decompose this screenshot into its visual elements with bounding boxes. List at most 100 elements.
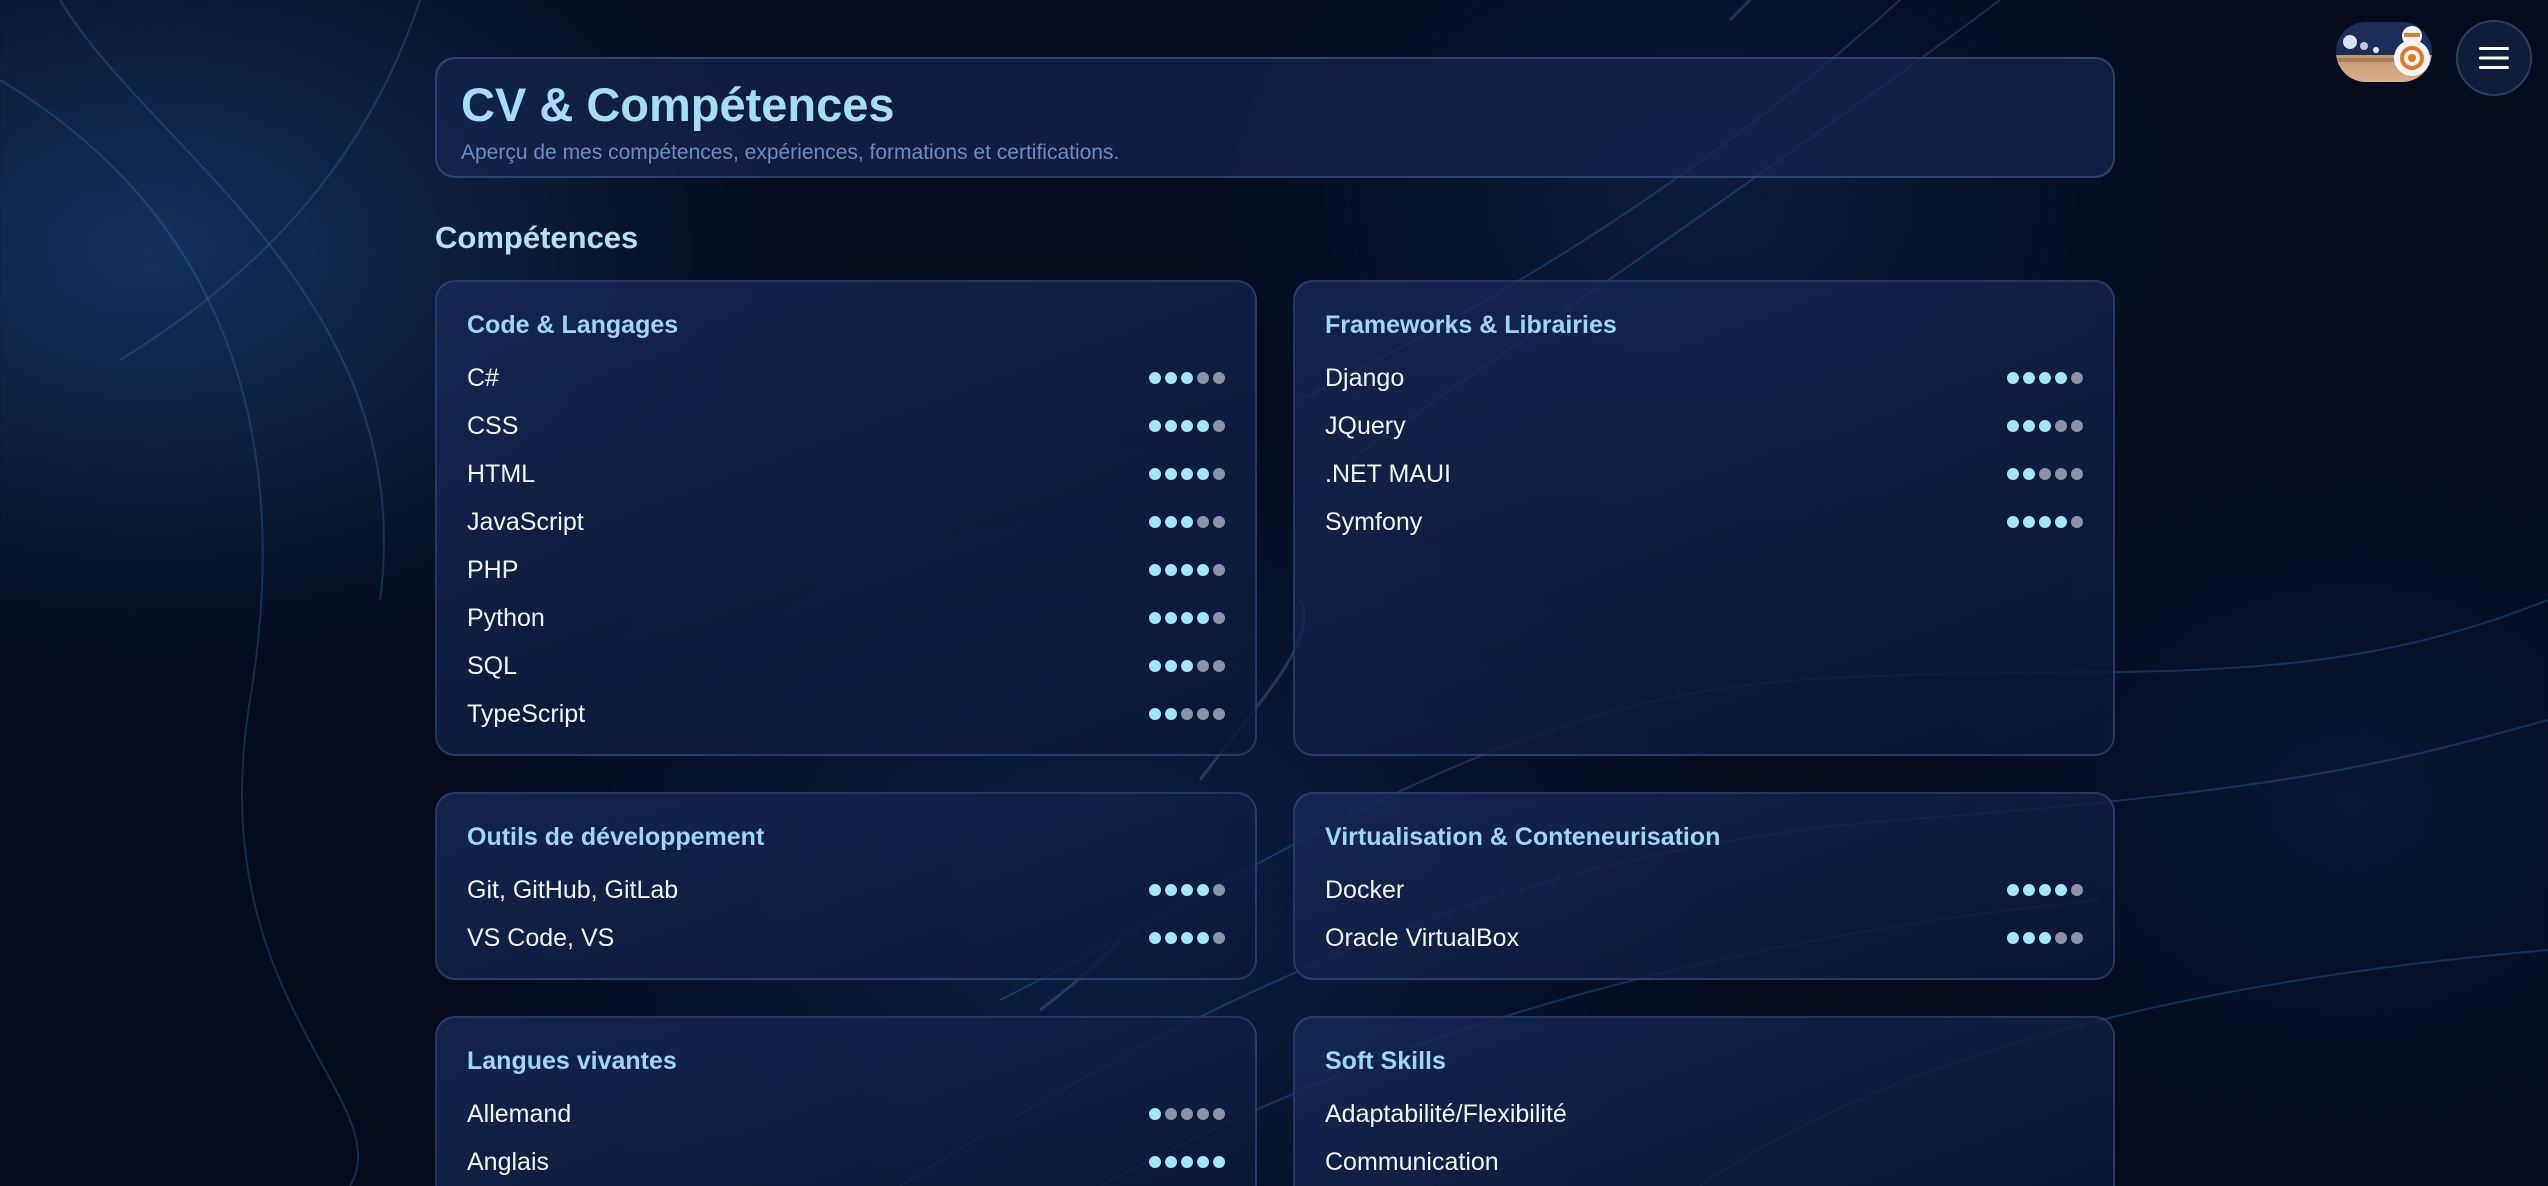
page-title: CV & Compétences xyxy=(461,78,895,131)
skill-card-soft-skills: Soft Skills Adaptabilité/Flexibilité Comm… xyxy=(1293,1016,2115,1186)
menu-button[interactable] xyxy=(2456,20,2532,96)
skill-row: Git, GitHub, GitLab xyxy=(467,866,1225,914)
skill-level-dots xyxy=(1149,516,1225,528)
level-dot-empty xyxy=(1197,372,1209,384)
skill-level-dots xyxy=(1149,1108,1225,1120)
skill-row: JavaScript xyxy=(467,498,1225,546)
skill-name: VS Code, VS xyxy=(467,923,615,952)
skill-name: SQL xyxy=(467,651,518,680)
level-dot-filled xyxy=(1197,884,1209,896)
main-content: CV & Compétences Aperçu de mes compétenc… xyxy=(435,57,2115,1186)
level-dot-filled xyxy=(1149,884,1161,896)
level-dot-filled xyxy=(1149,932,1161,944)
level-dot-empty xyxy=(1181,1108,1193,1120)
skill-name: .NET MAUI xyxy=(1325,459,1451,488)
skill-level-dots xyxy=(2007,420,2083,432)
skill-row: JQuery xyxy=(1325,402,2083,450)
avatar-button[interactable] xyxy=(2336,22,2432,82)
level-dot-filled xyxy=(2007,516,2019,528)
skill-row: Oracle VirtualBox xyxy=(1325,914,2083,962)
level-dot-filled xyxy=(1181,932,1193,944)
skill-name: Communication xyxy=(1325,1147,1499,1176)
level-dot-filled xyxy=(1165,884,1177,896)
level-dot-filled xyxy=(1181,516,1193,528)
skill-level-dots xyxy=(1149,708,1225,720)
level-dot-filled xyxy=(2023,932,2035,944)
level-dot-empty xyxy=(1213,420,1225,432)
level-dot-filled xyxy=(1181,372,1193,384)
level-dot-filled xyxy=(1197,932,1209,944)
skill-name: Docker xyxy=(1325,875,1405,904)
level-dot-filled xyxy=(2039,932,2051,944)
level-dot-empty xyxy=(1213,468,1225,480)
level-dot-empty xyxy=(1213,884,1225,896)
level-dot-filled xyxy=(1197,420,1209,432)
level-dot-empty xyxy=(1197,660,1209,672)
level-dot-empty xyxy=(1213,1108,1225,1120)
skill-card-langues: Langues vivantes Allemand Anglais xyxy=(435,1016,1257,1186)
level-dot-empty xyxy=(2071,420,2083,432)
skill-list: Docker Oracle VirtualBox xyxy=(1325,866,2083,962)
level-dot-empty xyxy=(1197,1108,1209,1120)
skill-row: SQL xyxy=(467,642,1225,690)
level-dot-filled xyxy=(1197,612,1209,624)
level-dot-filled xyxy=(2023,372,2035,384)
section-title-competences: Compétences xyxy=(435,220,639,255)
level-dot-filled xyxy=(2023,420,2035,432)
skill-name: Adaptabilité/Flexibilité xyxy=(1325,1099,1567,1128)
level-dot-filled xyxy=(1165,564,1177,576)
skill-list: Adaptabilité/Flexibilité Communication xyxy=(1325,1090,2083,1186)
level-dot-filled xyxy=(1181,468,1193,480)
card-title: Virtualisation & Conteneurisation xyxy=(1325,823,1721,851)
skill-name: JQuery xyxy=(1325,411,1406,440)
level-dot-empty xyxy=(2039,468,2051,480)
level-dot-filled xyxy=(2023,468,2035,480)
level-dot-filled xyxy=(1149,468,1161,480)
skill-row: TypeScript xyxy=(467,690,1225,738)
level-dot-filled xyxy=(1165,708,1177,720)
card-title: Code & Langages xyxy=(467,311,679,339)
level-dot-filled xyxy=(1165,468,1177,480)
level-dot-filled xyxy=(2007,468,2019,480)
skill-name: TypeScript xyxy=(467,699,586,728)
skill-level-dots xyxy=(2007,516,2083,528)
level-dot-filled xyxy=(2055,372,2067,384)
level-dot-filled xyxy=(1165,1156,1177,1168)
skill-name: Allemand xyxy=(467,1099,572,1128)
level-dot-filled xyxy=(1165,516,1177,528)
card-title: Outils de développement xyxy=(467,823,765,851)
skill-row: Python xyxy=(467,594,1225,642)
level-dot-filled xyxy=(2023,516,2035,528)
level-dot-filled xyxy=(2007,372,2019,384)
skill-level-dots xyxy=(1149,372,1225,384)
skill-row: CSS xyxy=(467,402,1225,450)
skill-card-outils: Outils de développement Git, GitHub, Git… xyxy=(435,792,1257,980)
skill-name: C# xyxy=(467,363,499,392)
skill-name: PHP xyxy=(467,555,519,584)
level-dot-empty xyxy=(1197,708,1209,720)
level-dot-filled xyxy=(1149,1108,1161,1120)
skill-name: Anglais xyxy=(467,1147,549,1176)
skill-level-dots xyxy=(1149,884,1225,896)
skill-level-dots xyxy=(2007,372,2083,384)
level-dot-filled xyxy=(2023,884,2035,896)
skill-level-dots xyxy=(2007,932,2083,944)
level-dot-filled xyxy=(1165,612,1177,624)
level-dot-filled xyxy=(1165,420,1177,432)
skill-row: Django xyxy=(1325,354,2083,402)
level-dot-empty xyxy=(1197,516,1209,528)
level-dot-empty xyxy=(1213,708,1225,720)
skill-row: Communication xyxy=(1325,1138,2083,1186)
skill-row: HTML xyxy=(467,450,1225,498)
level-dot-filled xyxy=(1197,468,1209,480)
skill-list: Git, GitHub, GitLab VS Code, VS xyxy=(467,866,1225,962)
hamburger-menu-icon xyxy=(2479,47,2509,69)
level-dot-filled xyxy=(1181,420,1193,432)
level-dot-filled xyxy=(2039,420,2051,432)
skill-list: Allemand Anglais xyxy=(467,1090,1225,1186)
skill-name: CSS xyxy=(467,411,519,440)
level-dot-empty xyxy=(2055,932,2067,944)
level-dot-filled xyxy=(1197,564,1209,576)
skill-row: Docker xyxy=(1325,866,2083,914)
level-dot-filled xyxy=(1197,1156,1209,1168)
